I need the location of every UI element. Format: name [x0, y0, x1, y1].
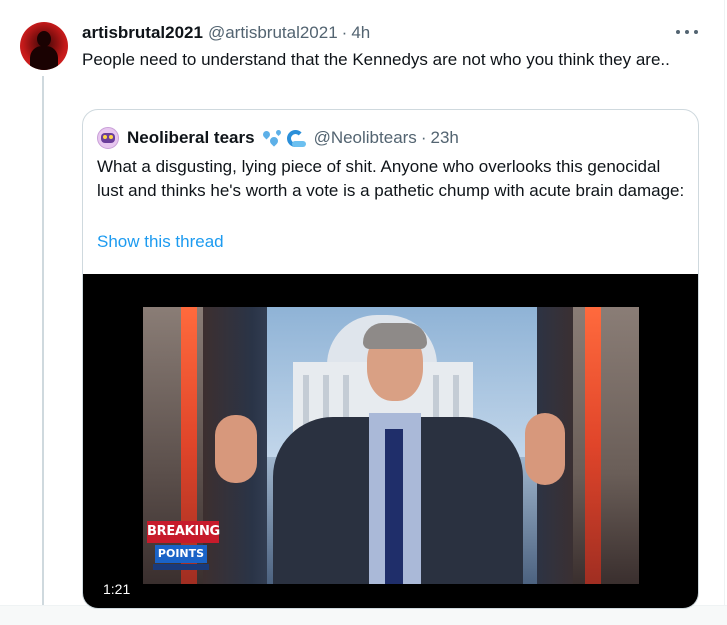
- video-frame: BREAKING POINTS: [143, 307, 639, 584]
- studio-light-right: [585, 307, 601, 584]
- quoted-tweet-time[interactable]: 23h: [430, 128, 458, 148]
- more-dot: [685, 30, 689, 34]
- tweet-text: People need to understand that the Kenne…: [82, 50, 670, 69]
- quoted-tweet-header: Neoliberal tears @Neolibtears · 23h: [127, 127, 459, 149]
- avatar-eye: [103, 135, 107, 139]
- timeline-border: [724, 0, 725, 625]
- thread-connector-line: [42, 76, 44, 605]
- more-options-icon[interactable]: [676, 24, 698, 40]
- tweet-header: artisbrutal2021 @artisbrutal2021 · 4h: [82, 22, 370, 44]
- video-duration: 1:21: [97, 579, 137, 599]
- author-name[interactable]: artisbrutal2021: [82, 23, 203, 43]
- breaking-points-logo-bottom: POINTS: [155, 545, 207, 563]
- show-thread-link[interactable]: Show this thread: [97, 232, 224, 252]
- header-separator: ·: [341, 23, 348, 42]
- quoted-tweet-card[interactable]: Neoliberal tears @Neolibtears · 23h What…: [82, 109, 699, 609]
- speaker-hand-left: [215, 415, 257, 483]
- author-handle[interactable]: @artisbrutal2021: [208, 23, 338, 43]
- avatar-figure-head: [37, 31, 51, 47]
- avatar-figure-body: [30, 46, 58, 70]
- speaker-tie: [385, 429, 403, 584]
- quoted-author-avatar[interactable]: [97, 127, 119, 149]
- quoted-tweet-text: What a disgusting, lying piece of shit. …: [97, 157, 685, 200]
- more-dot: [694, 30, 698, 34]
- studio-panel-right: [573, 307, 639, 584]
- video-player[interactable]: BREAKING POINTS 1:21: [83, 274, 698, 608]
- quoted-author-handle[interactable]: @Neolibtears: [314, 128, 417, 148]
- water-wave-icon: [286, 129, 306, 147]
- tweet-time[interactable]: 4h: [351, 23, 370, 43]
- quoted-author-name[interactable]: Neoliberal tears: [127, 128, 255, 148]
- quoted-header-separator: ·: [420, 128, 427, 147]
- speaker-hand-right: [525, 413, 565, 485]
- sweat-droplets-icon: [261, 128, 283, 147]
- avatar-eye: [109, 135, 113, 139]
- more-dot: [676, 30, 680, 34]
- breaking-points-logo-top: BREAKING: [147, 521, 220, 543]
- author-avatar[interactable]: [20, 22, 68, 70]
- breaking-points-logo-strip: [153, 564, 209, 570]
- speaker-hair: [363, 323, 427, 349]
